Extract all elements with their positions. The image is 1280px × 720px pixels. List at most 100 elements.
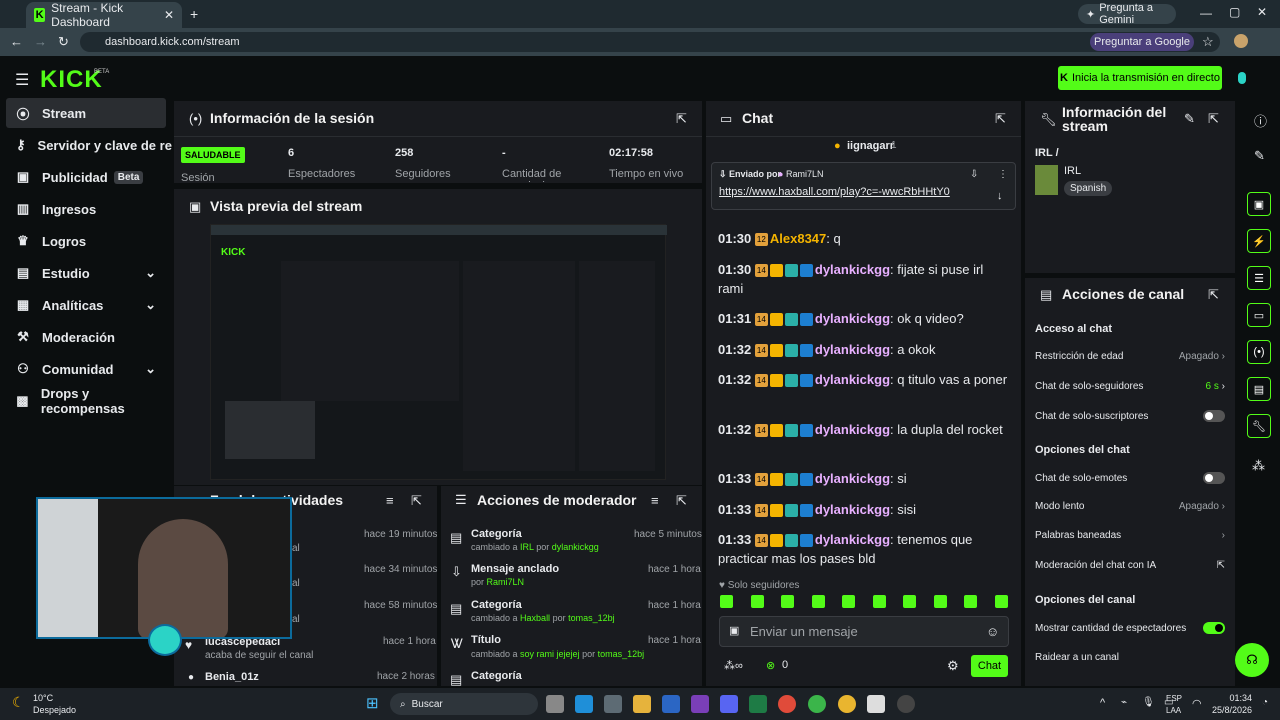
sidebar-item-achievements[interactable]: ♛ Logros bbox=[6, 226, 166, 256]
banned-words-row[interactable]: Palabras baneadas › bbox=[1035, 530, 1225, 541]
infinity-points-icon[interactable]: ⁂∞ bbox=[724, 659, 743, 672]
edit-pencil-icon[interactable]: ✎ bbox=[1184, 111, 1195, 127]
stream-preview-video[interactable]: KICK bbox=[210, 224, 667, 480]
go-live-button[interactable]: K Inicia la transmisión en directo bbox=[1058, 66, 1222, 90]
ai-moderation-row[interactable]: Moderación del chat con IA ⇱ bbox=[1035, 560, 1225, 571]
lang-label[interactable]: ESP bbox=[1166, 694, 1182, 703]
sidebar-item-stream[interactable]: ⦿ Stream bbox=[6, 98, 166, 128]
mic-icon[interactable]: 🎙︎ bbox=[1142, 697, 1155, 708]
store-icon[interactable] bbox=[867, 695, 885, 713]
spectators-value: 6 bbox=[288, 147, 295, 159]
rail-flash-button[interactable]: ⚡ bbox=[1247, 229, 1271, 253]
age-restriction-row[interactable]: Restricción de edad Apagado › bbox=[1035, 351, 1225, 362]
rail-chat-button[interactable]: ▭ bbox=[1247, 303, 1271, 327]
user-avatar-icon[interactable] bbox=[1238, 72, 1246, 84]
mod-action-time: hace 1 hora bbox=[648, 564, 701, 575]
sidebar-item-ads[interactable]: ▣ Publicidad Beta bbox=[6, 162, 166, 192]
language-tag: Spanish bbox=[1064, 181, 1113, 196]
subs-only-row[interactable]: Chat de solo-suscriptores bbox=[1035, 410, 1225, 422]
word-icon[interactable] bbox=[662, 695, 680, 713]
chrome-active-icon[interactable] bbox=[838, 695, 856, 713]
sidebar-item-drops[interactable]: ▩ Drops y recompensas bbox=[6, 386, 166, 416]
pinned-link[interactable]: https://www.haxball.com/play?c=-wwcRbHHt… bbox=[719, 186, 950, 198]
sidebar-item-analytics[interactable]: ▦ Analíticas ⌄ bbox=[6, 290, 166, 320]
popout-icon[interactable]: ⇱ bbox=[1208, 287, 1219, 303]
info-icon[interactable]: ⓘ bbox=[1254, 111, 1267, 130]
google-lens-button[interactable]: Preguntar a Google bbox=[1090, 33, 1194, 51]
bookmark-star-icon[interactable]: ☆ bbox=[1202, 34, 1214, 50]
send-chat-button[interactable]: Chat bbox=[971, 655, 1008, 677]
points-rail-icon[interactable]: ⁂ bbox=[1252, 458, 1265, 474]
menu-icon[interactable]: ☰ bbox=[15, 70, 29, 90]
file-explorer-icon[interactable] bbox=[633, 695, 651, 713]
emotes-only-row[interactable]: Chat de solo-emotes bbox=[1035, 472, 1225, 484]
sidebar-item-community[interactable]: ⚇ Comunidad ⌄ bbox=[6, 354, 166, 384]
weather-temp[interactable]: 10°C bbox=[33, 693, 53, 703]
emoji-icon[interactable]: ☺ bbox=[986, 624, 999, 639]
taskbar-search[interactable]: ⌕ Buscar bbox=[390, 693, 538, 715]
gemini-button[interactable]: ✦ Pregunta a Gemini bbox=[1078, 2, 1176, 26]
network-icon[interactable]: ⌁ bbox=[1121, 697, 1127, 708]
help-button[interactable]: ☊ bbox=[1235, 643, 1269, 677]
sidebar-item-income[interactable]: ▥ Ingresos bbox=[6, 194, 166, 224]
show-viewers-toggle[interactable] bbox=[1203, 622, 1225, 634]
clock-time[interactable]: 01:34 bbox=[1212, 693, 1252, 703]
edit-icon[interactable]: ✎ bbox=[1254, 148, 1265, 164]
popout-icon[interactable]: ⇱ bbox=[676, 493, 687, 509]
url-text[interactable]: dashboard.kick.com/stream bbox=[105, 36, 240, 48]
popout-icon[interactable]: ⇱ bbox=[1208, 111, 1219, 127]
rail-broadcast-button[interactable]: (•) bbox=[1247, 340, 1271, 364]
rail-channel-button[interactable]: ▤ bbox=[1247, 377, 1271, 401]
studio-icon: ▤ bbox=[16, 265, 30, 280]
windows-start-icon[interactable]: ⊞ bbox=[366, 694, 379, 712]
external-link-icon: ⇱ bbox=[1216, 560, 1225, 571]
maximize-icon[interactable]: ▢ bbox=[1229, 5, 1240, 19]
back-icon[interactable]: ← bbox=[10, 34, 23, 49]
slow-mode-row[interactable]: Modo lento Apagado › bbox=[1035, 501, 1225, 512]
more-icon[interactable]: ⋮ bbox=[998, 169, 1008, 180]
close-tab-icon[interactable]: ✕ bbox=[164, 8, 174, 22]
browser-tab[interactable]: K Stream - Kick Dashboard ✕ bbox=[26, 1, 182, 29]
notification-bell-icon[interactable]: ◔ bbox=[1262, 697, 1268, 708]
chrome-icon[interactable] bbox=[778, 695, 796, 713]
reload-icon[interactable]: ↻ bbox=[58, 34, 69, 50]
rail-list-button[interactable]: ☰ bbox=[1247, 266, 1271, 290]
profile-avatar[interactable] bbox=[1234, 34, 1248, 48]
sidebar-item-moderation[interactable]: ⚒ Moderación bbox=[6, 322, 166, 352]
app-icon[interactable] bbox=[691, 695, 709, 713]
expand-down-icon[interactable]: ↓ bbox=[997, 190, 1003, 202]
preview-title: Vista previa del stream bbox=[210, 198, 363, 214]
settings-gear-icon[interactable]: ⚙ bbox=[947, 658, 959, 674]
raid-row[interactable]: Raidear a un canal bbox=[1035, 652, 1225, 663]
discord-icon[interactable] bbox=[720, 695, 738, 713]
subs-only-toggle[interactable] bbox=[1203, 410, 1225, 422]
rail-session-button[interactable]: ▣ bbox=[1247, 192, 1271, 216]
live-time-value: 02:17:58 bbox=[609, 147, 654, 159]
forward-icon[interactable]: → bbox=[34, 34, 47, 49]
popout-icon[interactable]: ⇱ bbox=[676, 111, 687, 127]
app-circle-icon[interactable] bbox=[897, 695, 915, 713]
emote-bar[interactable] bbox=[720, 595, 1010, 611]
show-viewers-row[interactable]: Mostrar cantidad de espectadores bbox=[1035, 622, 1225, 634]
excel-icon[interactable] bbox=[749, 695, 767, 713]
unpin-icon[interactable]: ⇩ bbox=[970, 169, 978, 180]
url-bar[interactable] bbox=[80, 32, 1220, 52]
chrome-profile-icon[interactable] bbox=[808, 695, 826, 713]
popout-icon[interactable]: ⇱ bbox=[995, 111, 1006, 127]
sidebar-item-studio[interactable]: ▤ Estudio ⌄ bbox=[6, 258, 166, 288]
edge-icon[interactable] bbox=[575, 695, 593, 713]
sidebar-item-server-key[interactable]: ⚷Servidor y clave de retransmisión bbox=[6, 130, 172, 160]
title-icon: Ꮤ bbox=[451, 636, 464, 651]
close-window-icon[interactable]: ✕ bbox=[1257, 5, 1267, 19]
popout-icon[interactable]: ⇱ bbox=[411, 493, 422, 509]
settings-app-icon[interactable] bbox=[604, 695, 622, 713]
emotes-only-toggle[interactable] bbox=[1203, 472, 1225, 484]
followers-only-row[interactable]: Chat de solo-seguidores 6 s › bbox=[1035, 381, 1225, 392]
rail-wrench-button[interactable]: 🔧︎ bbox=[1247, 414, 1271, 438]
filter-icon[interactable]: ≡ bbox=[651, 493, 659, 508]
tray-chevron-icon[interactable]: ^ bbox=[1100, 697, 1105, 709]
task-view-icon[interactable] bbox=[546, 695, 564, 713]
minimize-icon[interactable]: — bbox=[1200, 6, 1212, 20]
filter-icon[interactable]: ≡ bbox=[386, 493, 394, 508]
new-tab-icon[interactable]: + bbox=[190, 6, 198, 22]
